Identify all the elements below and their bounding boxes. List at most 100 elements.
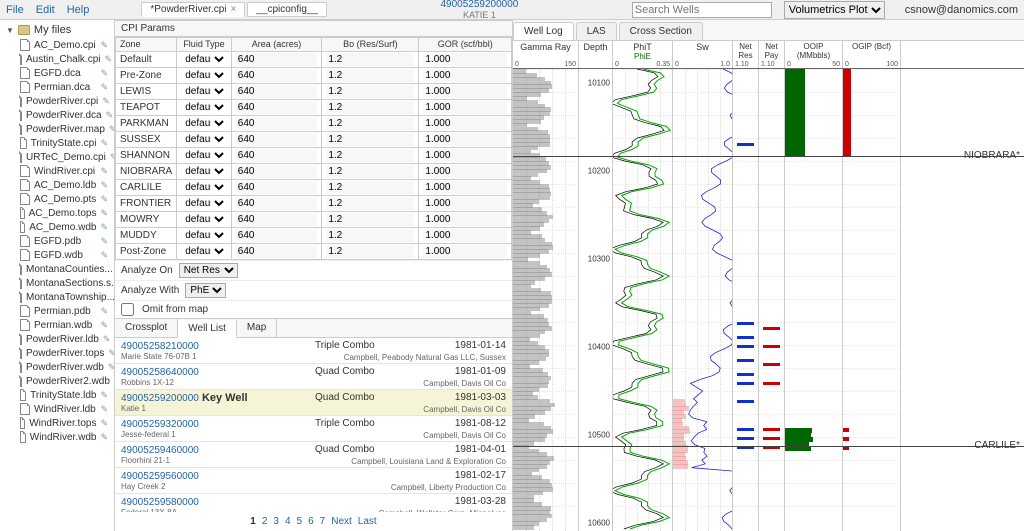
well-row[interactable]: 49005258640000Robbins 1X-12Quad Combo198…	[115, 364, 512, 390]
pager-page[interactable]: 1	[250, 516, 256, 527]
edit-icon[interactable]: ✎	[108, 362, 114, 373]
cpi-area-input[interactable]	[236, 197, 318, 210]
analyze-with-select[interactable]: PhE	[185, 283, 226, 298]
edit-icon[interactable]: ✎	[100, 194, 108, 205]
pager-last[interactable]: Last	[358, 516, 377, 527]
sidebar-file[interactable]: EGFD.dca✎	[0, 66, 114, 80]
edit-icon[interactable]: ✎	[100, 222, 108, 233]
cpi-area-input[interactable]	[236, 181, 318, 194]
omit-checkbox[interactable]	[121, 303, 134, 316]
cpi-gor-input[interactable]	[423, 213, 507, 226]
cpi-fluid-select[interactable]: default (Oil)	[181, 85, 227, 98]
sidebar-file[interactable]: WindRiver.cpi✎	[0, 164, 114, 178]
cpi-gor-input[interactable]	[423, 197, 507, 210]
tab-crossplot[interactable]: Crossplot	[115, 319, 178, 337]
sidebar-file[interactable]: TrinityState.ldb✎	[0, 388, 114, 402]
cpi-gor-input[interactable]	[423, 149, 507, 162]
pager-page[interactable]: 4	[285, 516, 291, 527]
cpi-bo-input[interactable]	[326, 149, 414, 162]
well-row[interactable]: 49005259460000Floorhini 21-1Quad Combo19…	[115, 442, 512, 468]
pager-page[interactable]: 5	[297, 516, 303, 527]
pager-page[interactable]: 6	[308, 516, 314, 527]
edit-icon[interactable]: ✎	[100, 306, 108, 317]
edit-icon[interactable]: ✎	[106, 110, 114, 121]
menu-file[interactable]: File	[6, 4, 24, 16]
cpi-area-input[interactable]	[236, 85, 318, 98]
cpi-area-input[interactable]	[236, 53, 318, 66]
cpi-bo-input[interactable]	[326, 229, 414, 242]
cpi-fluid-select[interactable]: default (Oil)	[181, 229, 227, 242]
edit-icon[interactable]: ✎	[100, 320, 108, 331]
edit-icon[interactable]: ✎	[104, 54, 112, 65]
cpi-gor-input[interactable]	[423, 245, 507, 258]
sidebar-file[interactable]: AC_Demo.wdb✎	[0, 220, 114, 234]
sidebar-file[interactable]: WindRiver.tops✎	[0, 416, 114, 430]
tab-cross[interactable]: Cross Section	[619, 22, 703, 40]
cpi-bo-input[interactable]	[326, 101, 414, 114]
cpi-gor-input[interactable]	[423, 53, 507, 66]
sidebar-file[interactable]: MontanaCounties...✎	[0, 262, 114, 276]
edit-icon[interactable]: ✎	[100, 418, 108, 429]
well-row[interactable]: 49005259580000Federal 13X-8A1981-03-28Ca…	[115, 494, 512, 512]
sidebar-file[interactable]: PowderRiver2.wdb✎	[0, 374, 114, 388]
cpi-bo-input[interactable]	[326, 69, 414, 82]
edit-icon[interactable]: ✎	[100, 82, 108, 93]
cpi-area-input[interactable]	[236, 133, 318, 146]
sidebar-file[interactable]: Permian.wdb✎	[0, 318, 114, 332]
sidebar-file[interactable]: EGFD.pdb✎	[0, 234, 114, 248]
sidebar-file[interactable]: AC_Demo.ldb✎	[0, 178, 114, 192]
cpi-fluid-select[interactable]: default (Oil)	[181, 133, 227, 146]
cpi-fluid-select[interactable]: default (Oil)	[181, 117, 227, 130]
edit-icon[interactable]: ✎	[100, 138, 108, 149]
doc-tab[interactable]: __cpiconfig__	[247, 2, 327, 17]
search-input[interactable]	[632, 2, 772, 18]
edit-icon[interactable]: ✎	[100, 250, 108, 261]
sidebar-file[interactable]: AC_Demo.pts✎	[0, 192, 114, 206]
cpi-area-input[interactable]	[236, 165, 318, 178]
sidebar-file[interactable]: PowderRiver.tops✎	[0, 346, 114, 360]
cpi-gor-input[interactable]	[423, 117, 507, 130]
cpi-gor-input[interactable]	[423, 69, 507, 82]
cpi-fluid-select[interactable]: default (Oil)	[181, 69, 227, 82]
cpi-bo-input[interactable]	[326, 213, 414, 226]
tab-welllog[interactable]: Well Log	[513, 22, 574, 40]
cpi-gor-input[interactable]	[423, 165, 507, 178]
plot-select[interactable]: Volumetrics Plot	[784, 1, 885, 19]
sidebar-file[interactable]: MontanaTownship...✎	[0, 290, 114, 304]
analyze-on-select[interactable]: Net Res	[179, 263, 238, 278]
cpi-fluid-select[interactable]: default (Oil)	[181, 53, 227, 66]
cpi-bo-input[interactable]	[326, 117, 414, 130]
sidebar-file[interactable]: AC_Demo.cpi✎	[0, 38, 114, 52]
sidebar-file[interactable]: PowderRiver.dca✎	[0, 108, 114, 122]
sidebar-file[interactable]: AC_Demo.tops✎	[0, 206, 114, 220]
edit-icon[interactable]: ✎	[100, 166, 108, 177]
edit-icon[interactable]: ✎	[100, 180, 108, 191]
cpi-area-input[interactable]	[236, 213, 318, 226]
cpi-bo-input[interactable]	[326, 53, 414, 66]
edit-icon[interactable]: ✎	[100, 208, 108, 219]
sidebar-file[interactable]: Permian.dca✎	[0, 80, 114, 94]
sidebar-file[interactable]: WindRiver.wdb✎	[0, 430, 114, 444]
edit-icon[interactable]: ✎	[109, 124, 114, 135]
well-row[interactable]: 49005259320000Jesse-federal 1Triple Comb…	[115, 416, 512, 442]
menu-help[interactable]: Help	[67, 4, 90, 16]
cpi-area-input[interactable]	[236, 229, 318, 242]
edit-icon[interactable]: ✎	[100, 236, 108, 247]
edit-icon[interactable]: ✎	[100, 68, 108, 79]
cpi-bo-input[interactable]	[326, 197, 414, 210]
well-row[interactable]: 49005259560000Hay Creek 21981-02-17Campb…	[115, 468, 512, 494]
cpi-area-input[interactable]	[236, 149, 318, 162]
well-row[interactable]: 49005259200000 Key WellKatie 1Quad Combo…	[115, 390, 512, 416]
edit-icon[interactable]: ✎	[103, 334, 111, 345]
cpi-gor-input[interactable]	[423, 181, 507, 194]
cpi-gor-input[interactable]	[423, 133, 507, 146]
close-icon[interactable]: ×	[230, 4, 236, 15]
sidebar-file[interactable]: PowderRiver.ldb✎	[0, 332, 114, 346]
tab-map[interactable]: Map	[237, 319, 277, 337]
pager-page[interactable]: 2	[262, 516, 268, 527]
sidebar-root[interactable]: ▼ My files	[0, 22, 114, 38]
sidebar-file[interactable]: TrinityState.cpi✎	[0, 136, 114, 150]
sidebar-file[interactable]: MontanaSections.s...✎	[0, 276, 114, 290]
cpi-gor-input[interactable]	[423, 101, 507, 114]
doc-tab[interactable]: *PowderRiver.cpi×	[141, 2, 245, 17]
